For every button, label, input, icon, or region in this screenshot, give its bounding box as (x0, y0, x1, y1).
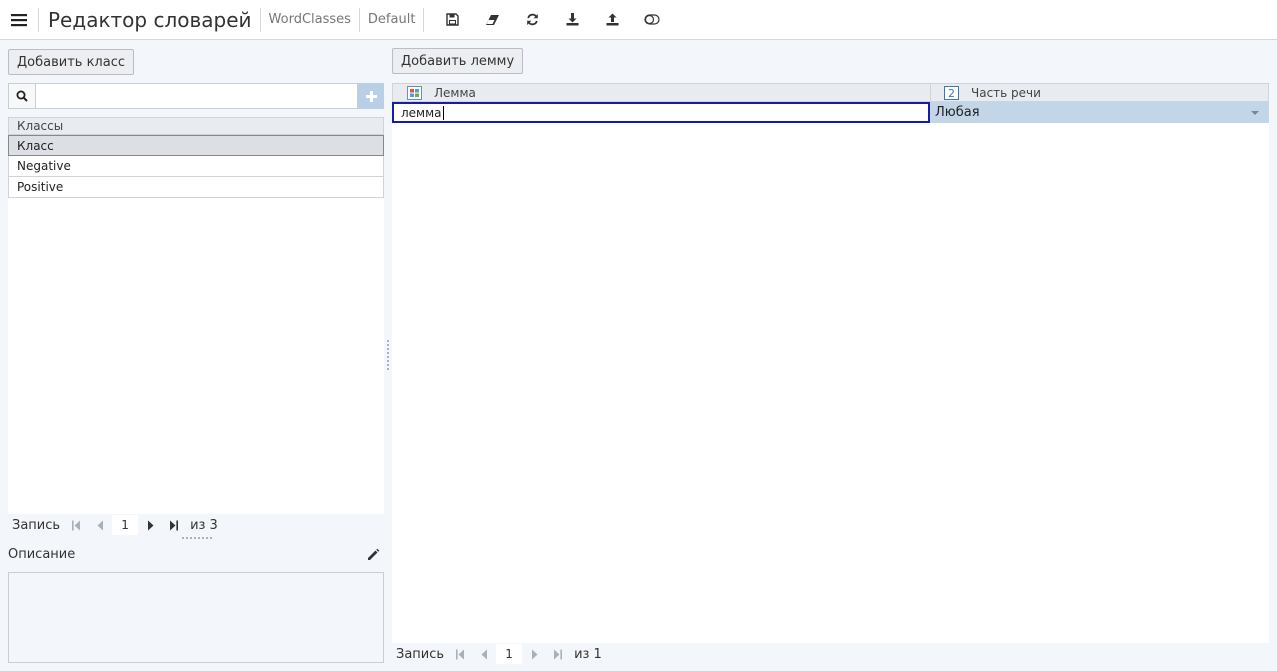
top-bar: Редактор словарей WordClasses Default (0, 0, 1277, 40)
grid-icon (406, 85, 422, 100)
pencil-icon[interactable] (366, 548, 380, 562)
splitter-handle[interactable] (387, 340, 389, 370)
last-page-icon[interactable] (546, 644, 570, 664)
class-list: Классы Класс Negative Positive (8, 117, 384, 514)
class-list-header: Классы (8, 117, 384, 135)
grid-header: Лемма 2 Часть речи (392, 83, 1269, 102)
save-icon[interactable] (432, 0, 472, 40)
breadcrumb-profile[interactable]: Default (360, 12, 424, 27)
search-icon (8, 83, 35, 109)
menu-icon[interactable] (0, 0, 38, 40)
lemma-cell-editor[interactable]: лемма (392, 102, 930, 123)
list-item[interactable]: Класс (8, 135, 384, 156)
toolbar (432, 0, 672, 40)
last-page-icon[interactable] (162, 515, 186, 535)
page-number[interactable]: 1 (112, 515, 139, 535)
column-header-lemma[interactable]: Лемма (393, 84, 931, 101)
page-title: Редактор словарей (48, 7, 252, 32)
prev-page-icon[interactable] (88, 515, 112, 535)
refresh-icon[interactable] (512, 0, 552, 40)
list-item[interactable]: Negative (8, 156, 384, 177)
download-icon[interactable] (552, 0, 592, 40)
number-2-icon: 2 (943, 85, 959, 100)
class-search (8, 83, 384, 109)
pager-total: из 1 (574, 646, 602, 662)
class-pager: Запись 1 из 3 (12, 514, 218, 536)
lemma-grid: Лемма 2 Часть речи лемма Любая (392, 83, 1269, 643)
lemma-value: лемма (401, 105, 442, 120)
add-class-button[interactable]: Добавить класс (8, 49, 134, 75)
plus-icon[interactable] (358, 83, 384, 109)
lemma-pager: Запись 1 из 1 (396, 643, 602, 665)
text-cursor (442, 105, 444, 120)
upload-icon[interactable] (592, 0, 632, 40)
column-label: Часть речи (971, 85, 1041, 100)
column-label: Лемма (434, 85, 476, 100)
pager-label: Запись (12, 517, 61, 533)
pos-select[interactable]: Любая (930, 102, 1269, 123)
search-input[interactable] (35, 83, 358, 109)
resize-handle[interactable] (182, 537, 212, 539)
add-lemma-button[interactable]: Добавить лемму (392, 48, 524, 74)
first-page-icon[interactable] (448, 644, 472, 664)
next-page-icon[interactable] (138, 515, 162, 535)
chevron-down-icon[interactable] (1251, 110, 1259, 115)
next-page-icon[interactable] (522, 644, 546, 664)
description-label: Описание (8, 547, 76, 562)
prev-page-icon[interactable] (472, 644, 496, 664)
first-page-icon[interactable] (64, 515, 88, 535)
number-2-text: 2 (948, 87, 955, 100)
pager-label: Запись (396, 646, 445, 662)
eraser-icon[interactable] (472, 0, 512, 40)
table-row[interactable]: лемма Любая (392, 102, 1269, 123)
description-field[interactable] (8, 572, 384, 663)
page-number[interactable]: 1 (496, 644, 523, 664)
list-item[interactable]: Positive (8, 177, 384, 198)
pos-value: Любая (935, 105, 980, 120)
column-header-pos[interactable]: 2 Часть речи (931, 84, 1268, 101)
divider (423, 7, 425, 32)
breadcrumb-dictionary[interactable]: WordClasses (261, 12, 359, 27)
pager-total: из 3 (190, 517, 218, 533)
toggle-icon[interactable] (632, 0, 672, 40)
